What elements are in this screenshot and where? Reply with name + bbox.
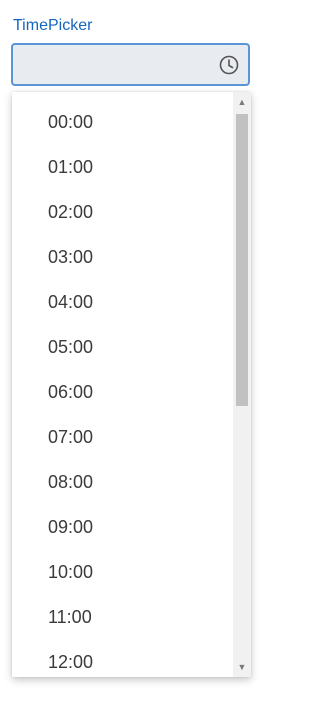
scroll-down-arrow-icon[interactable]: ▼ [233, 660, 251, 674]
clock-icon[interactable] [218, 54, 240, 76]
time-option[interactable]: 09:00 [12, 505, 233, 550]
scrollbar-thumb[interactable] [236, 114, 248, 406]
timepicker-label: TimePicker [13, 17, 93, 34]
time-option[interactable]: 11:00 [12, 595, 233, 640]
time-options: 00:00 01:00 02:00 03:00 04:00 05:00 06:0… [12, 92, 233, 677]
timepicker-input[interactable] [11, 43, 250, 86]
scrollbar[interactable]: ▲ ▼ [233, 92, 251, 677]
time-option[interactable]: 03:00 [12, 235, 233, 280]
time-option[interactable]: 04:00 [12, 280, 233, 325]
time-option[interactable]: 10:00 [12, 550, 233, 595]
time-option[interactable]: 00:00 [12, 100, 233, 145]
scroll-up-arrow-icon[interactable]: ▲ [233, 95, 251, 109]
time-option[interactable]: 05:00 [12, 325, 233, 370]
time-option[interactable]: 07:00 [12, 415, 233, 460]
time-option[interactable]: 01:00 [12, 145, 233, 190]
time-option[interactable]: 02:00 [12, 190, 233, 235]
time-option[interactable]: 08:00 [12, 460, 233, 505]
time-option[interactable]: 12:00 [12, 640, 233, 677]
time-option[interactable]: 06:00 [12, 370, 233, 415]
time-dropdown-list: 00:00 01:00 02:00 03:00 04:00 05:00 06:0… [12, 92, 251, 677]
